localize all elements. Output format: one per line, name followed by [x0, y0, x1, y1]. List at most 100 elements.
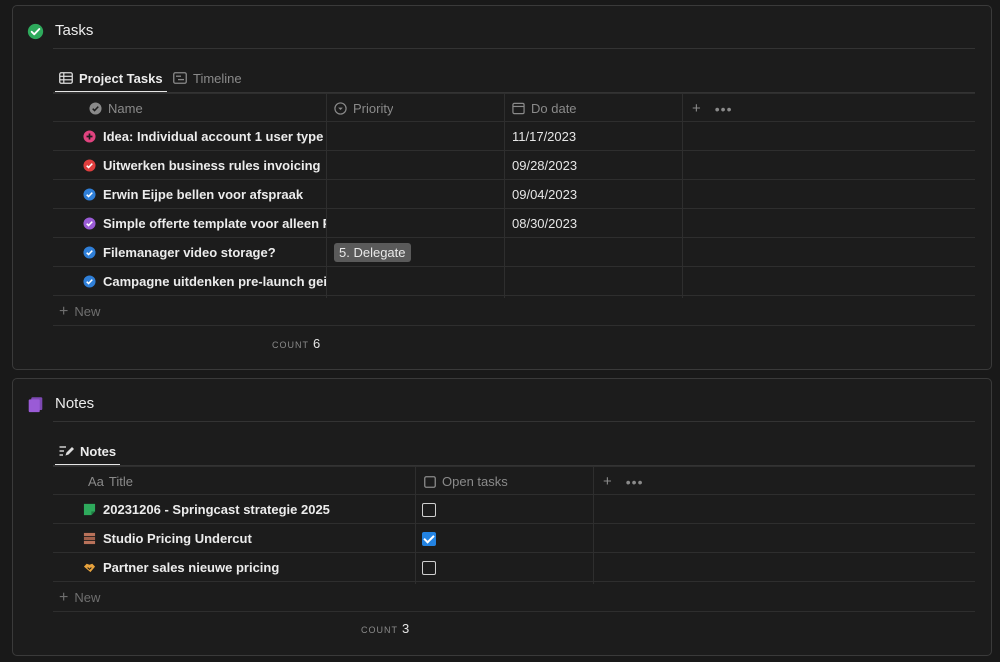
more-options-icon[interactable]: ••• [715, 101, 733, 117]
task-name: Simple offerte template voor alleen Pro [103, 216, 326, 231]
column-label: Name [108, 101, 143, 116]
note-title-cell[interactable]: 20231206 - Springcast strategie 2025 [83, 495, 413, 524]
notes-title[interactable]: Notes [55, 395, 94, 412]
notes-header: Notes [13, 379, 991, 427]
add-column-icon[interactable]: + [692, 100, 701, 117]
column-label: Do date [531, 101, 577, 116]
task-name-cell[interactable]: Campagne uitdenken pre-launch geinteress… [83, 267, 326, 296]
purple-check-circle-icon [83, 217, 96, 230]
count-label: COUNT [361, 625, 398, 635]
brown-stack-icon [83, 532, 96, 545]
column-header-name[interactable]: Name [89, 94, 143, 123]
tab-label: Project Tasks [79, 70, 163, 86]
blue-check-circle-icon [83, 275, 96, 288]
note-title: 20231206 - Springcast strategie 2025 [103, 502, 330, 517]
divider [53, 48, 975, 49]
count-value: 3 [402, 621, 410, 636]
task-name-cell[interactable]: Idea: Individual account 1 user type [83, 122, 326, 151]
blue-check-circle-icon [83, 246, 96, 259]
blue-check-circle-icon [83, 188, 96, 201]
do-date-cell[interactable]: 11/17/2023 [512, 122, 576, 151]
task-name-cell[interactable]: Erwin Eijpe bellen voor afspraak [83, 180, 326, 209]
task-name: Campagne uitdenken pre-launch geinteress… [103, 274, 326, 289]
green-note-icon [83, 503, 96, 516]
do-date: 09/04/2023 [512, 187, 578, 202]
do-date-cell[interactable]: 09/04/2023 [512, 180, 577, 209]
do-date: 11/17/2023 [512, 129, 577, 144]
tab-project-tasks[interactable]: Project Tasks [55, 64, 167, 93]
table-row[interactable]: Campagne uitdenken pre-launch geinteress… [53, 267, 975, 296]
notes-table: Aa Title Open tasks + ••• 20231206 - Spr… [53, 466, 975, 616]
task-name: Filemanager video storage? [103, 245, 276, 260]
table-header-row: Name Priority Do date + ••• [53, 93, 975, 122]
notes-count: COUNT 3 [361, 621, 409, 636]
open-tasks-cell[interactable] [422, 524, 436, 553]
column-label: Title [108, 474, 133, 489]
count-value: 6 [313, 336, 321, 351]
column-header-priority[interactable]: Priority [334, 94, 393, 123]
divider [53, 421, 975, 422]
list-edit-icon [59, 446, 74, 456]
tasks-count: COUNT 6 [272, 336, 320, 351]
task-name-cell[interactable]: Filemanager video storage? [83, 238, 326, 267]
task-name: Uitwerken business rules invoicing [103, 158, 321, 173]
table-row[interactable]: Simple offerte template voor alleen Pro … [53, 209, 975, 238]
task-name-cell[interactable]: Uitwerken business rules invoicing [83, 151, 326, 180]
tab-timeline[interactable]: Timeline [173, 64, 242, 92]
notes-panel: Notes Notes Aa Title Open tasks + ••• 20… [12, 378, 992, 656]
tasks-table: Name Priority Do date + ••• Idea: Indivi… [53, 93, 975, 328]
tasks-title[interactable]: Tasks [55, 22, 93, 39]
red-check-circle-icon [83, 159, 96, 172]
table-row[interactable]: 20231206 - Springcast strategie 2025 [53, 495, 975, 524]
status-icon [89, 102, 102, 115]
note-title: Studio Pricing Undercut [103, 531, 252, 546]
plus-icon: + [59, 588, 69, 606]
column-header-do-date[interactable]: Do date [512, 94, 577, 123]
open-tasks-checkbox[interactable] [422, 560, 436, 575]
tab-label: Notes [80, 443, 117, 459]
column-actions: + ••• [603, 467, 643, 496]
note-title-cell[interactable]: Studio Pricing Undercut [83, 524, 413, 553]
do-date-cell[interactable]: 08/30/2023 [512, 209, 577, 238]
do-date-cell[interactable]: 09/28/2023 [512, 151, 577, 180]
new-label: New [74, 590, 101, 605]
new-note-button[interactable]: + New [53, 584, 975, 612]
do-date: 09/28/2023 [512, 158, 578, 173]
open-tasks-cell[interactable] [422, 553, 436, 582]
pink-plus-circle-icon [83, 130, 96, 143]
tasks-header: Tasks [13, 6, 991, 54]
note-title-cell[interactable]: Partner sales nieuwe pricing [83, 553, 413, 582]
add-column-icon[interactable]: + [603, 473, 612, 490]
tab-label: Timeline [193, 70, 242, 86]
column-label: Open tasks [442, 474, 508, 489]
new-label: New [74, 304, 101, 319]
priority-cell[interactable]: 5. Delegate [334, 238, 411, 267]
column-header-open-tasks[interactable]: Open tasks [424, 467, 508, 496]
table-row[interactable]: Studio Pricing Undercut [53, 524, 975, 553]
table-row[interactable]: Uitwerken business rules invoicing 09/28… [53, 151, 975, 180]
timeline-icon [173, 72, 187, 84]
open-tasks-checkbox-checked[interactable] [422, 531, 436, 546]
table-row[interactable]: Partner sales nieuwe pricing [53, 553, 975, 582]
check-circle-icon [27, 23, 44, 40]
notes-icon [28, 397, 43, 413]
table-row[interactable]: Idea: Individual account 1 user type 11/… [53, 122, 975, 151]
tasks-panel: Tasks Project Tasks Timeline Name Priori… [12, 5, 992, 370]
do-date: 08/30/2023 [512, 216, 578, 231]
tasks-view-tabs: Project Tasks Timeline [53, 52, 975, 93]
task-name-cell[interactable]: Simple offerte template voor alleen Pro [83, 209, 326, 238]
table-header-row: Aa Title Open tasks + ••• [53, 466, 975, 495]
more-options-icon[interactable]: ••• [626, 474, 644, 490]
checkbox-type-icon [424, 475, 436, 488]
table-row[interactable]: Erwin Eijpe bellen voor afspraak 09/04/2… [53, 180, 975, 209]
open-tasks-checkbox[interactable] [422, 502, 436, 517]
open-tasks-cell[interactable] [422, 495, 436, 524]
table-row[interactable]: Filemanager video storage? 5. Delegate [53, 238, 975, 267]
select-icon [334, 102, 347, 115]
text-type-icon: Aa [88, 474, 104, 489]
new-task-button[interactable]: + New [53, 298, 975, 326]
column-header-title[interactable]: Aa Title [88, 467, 133, 496]
note-title: Partner sales nieuwe pricing [103, 560, 280, 575]
task-name: Idea: Individual account 1 user type [103, 129, 324, 144]
tab-notes[interactable]: Notes [54, 437, 121, 466]
